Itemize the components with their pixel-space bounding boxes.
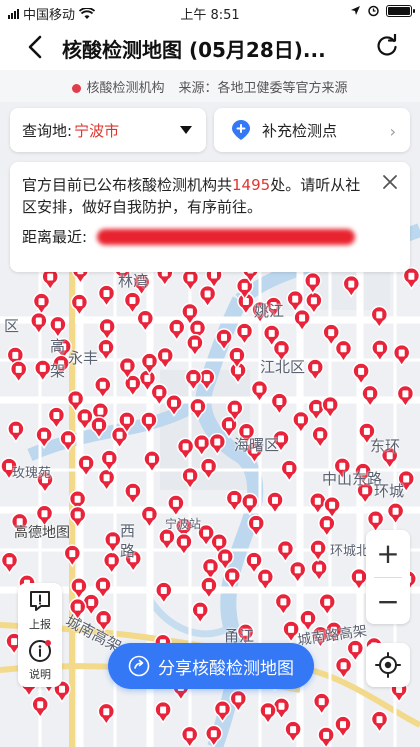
status-right: [350, 4, 415, 17]
nearest-redacted: [97, 229, 356, 245]
zoom-in-button[interactable]: +: [366, 530, 410, 576]
map-label-19: 区: [4, 317, 20, 335]
map-label-15: 路: [120, 542, 136, 560]
legend-dot-icon: [72, 83, 82, 93]
info-text: 官方目前已公布核酸检测机构共1495处。请听从社区安排，做好自我防护，有序前往。: [22, 174, 370, 218]
back-icon[interactable]: [22, 33, 50, 61]
supplement-label: 补充检测点: [262, 121, 338, 140]
legend-bar: 核酸检测机构 来源：各地卫健委等官方来源: [0, 70, 420, 102]
share-map-button[interactable]: 分享核酸检测地图: [108, 643, 314, 689]
map-label-4: 高: [50, 337, 66, 355]
navigation-bar: 核酸检测地图 (05月28日)...: [0, 24, 420, 70]
explain-button[interactable]: 说明: [18, 639, 62, 682]
map-label-9: 环城: [374, 482, 405, 500]
caret-down-icon: [180, 126, 192, 134]
legend-source: 来源：各地卫健委等官方来源: [178, 80, 348, 96]
chevron-right-icon: ›: [389, 122, 396, 141]
report-button[interactable]: 上报: [18, 589, 62, 632]
map-label-8: 中山东路: [322, 470, 383, 488]
share-icon: [128, 655, 150, 677]
map-label-5: 架: [50, 362, 66, 380]
status-bar: 中国移动 上午 8:51: [0, 0, 420, 24]
info-icon: [29, 640, 51, 662]
refresh-icon[interactable]: [374, 34, 400, 60]
share-label: 分享核酸检测地图: [158, 658, 294, 679]
map-label-3: 江北区: [260, 358, 306, 376]
crosshair-icon: [375, 652, 401, 678]
add-test-site-button[interactable]: 补充检测点 ›: [214, 108, 410, 152]
map-label-1: 林湾: [118, 272, 149, 290]
report-label: 上报: [29, 618, 51, 631]
query-label: 查询地:: [22, 121, 73, 140]
map-label-7: 海曙区: [234, 436, 280, 454]
map-label-2: 姚江: [254, 302, 285, 320]
map-label-10: 宁波站: [165, 517, 202, 531]
map-label-11: 高德地图: [14, 525, 70, 541]
page-title: 核酸检测地图 (05月28日)...: [62, 38, 326, 62]
explain-label: 说明: [29, 668, 51, 681]
report-icon: [30, 591, 50, 611]
legend-item: 核酸检测机构: [72, 77, 165, 96]
alarm-icon: [368, 5, 379, 17]
map-label-14: 西: [120, 522, 136, 540]
map-label-20: 东环: [370, 437, 401, 455]
nearest-label: 距离最近:: [22, 228, 88, 246]
map-label-13: 玫瑰苑: [12, 466, 52, 481]
info-card: 官方目前已公布核酸检测机构共1495处。请听从社区安排，做好自我防护，有序前往。…: [10, 162, 410, 272]
zoom-controls: + −: [366, 530, 410, 624]
map-label-6: 永丰: [68, 349, 99, 367]
city-value: 宁波市: [74, 121, 120, 140]
close-icon[interactable]: [380, 172, 400, 192]
legend-label: 核酸检测机构: [86, 80, 165, 96]
nearest-row: 距离最近:: [22, 226, 370, 248]
city-selector[interactable]: 查询地: 宁波市: [10, 108, 206, 152]
locate-button[interactable]: [366, 643, 410, 687]
side-panel: 上报 说明: [18, 583, 62, 687]
site-count: 1495: [232, 176, 271, 194]
location-arrow-icon: [351, 6, 360, 15]
info-text-before: 官方目前已公布核酸检测机构共: [22, 176, 233, 194]
add-location-icon: [232, 120, 250, 140]
battery-icon: [386, 4, 415, 17]
zoom-out-button[interactable]: −: [366, 578, 410, 624]
